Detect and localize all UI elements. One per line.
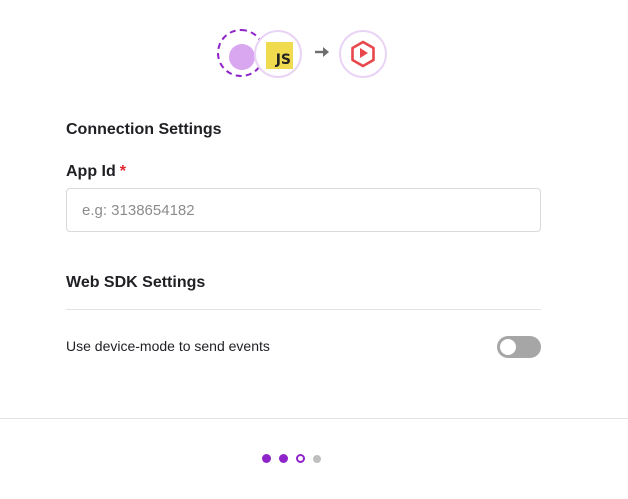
integration-logos: JS	[217, 28, 397, 80]
arrow-right-icon	[315, 47, 329, 57]
app-id-input[interactable]	[66, 188, 541, 232]
section-divider	[66, 309, 541, 310]
app-id-label: App Id *	[66, 163, 126, 181]
js-logo-text: JS	[275, 52, 291, 68]
footer-divider	[0, 418, 628, 419]
destination-icon	[339, 30, 387, 78]
step-3-dot	[296, 454, 305, 463]
step-1-dot	[262, 454, 271, 463]
device-mode-toggle[interactable]	[497, 336, 541, 358]
connection-setup-page: JS Connection Settings App Id* Web SDK S…	[0, 0, 628, 499]
js-logo: JS	[266, 42, 293, 69]
device-mode-label: Use device-mode to send events	[66, 338, 270, 354]
required-marker: *	[119, 163, 126, 180]
app-id-label-text: App Id	[66, 163, 116, 180]
progress-stepper	[262, 454, 321, 463]
step-2-dot	[279, 454, 288, 463]
connection-settings-title: Connection Settings	[66, 121, 222, 138]
hexagon-destination-logo-icon	[351, 40, 375, 68]
web-sdk-settings-title: Web SDK Settings	[66, 274, 206, 291]
source-dot-icon	[229, 44, 255, 70]
toggle-knob	[500, 339, 516, 355]
javascript-icon: JS	[254, 30, 302, 78]
step-4-dot	[313, 454, 321, 463]
